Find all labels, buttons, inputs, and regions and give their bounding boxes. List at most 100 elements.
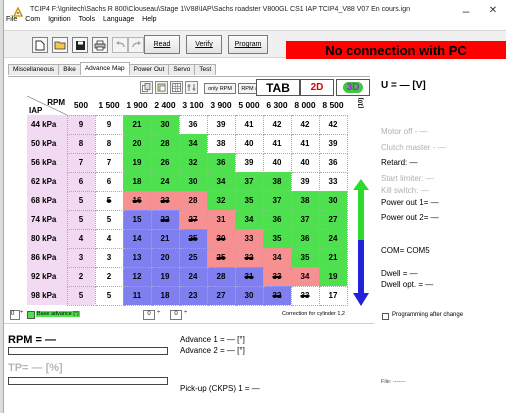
map-cell[interactable]: 38 xyxy=(290,190,320,211)
redo-icon[interactable] xyxy=(128,37,144,53)
map-cell[interactable]: 17 xyxy=(318,285,348,306)
map-cell[interactable]: 42 xyxy=(262,114,292,135)
map-cell[interactable]: 13 xyxy=(122,247,152,268)
map-cell[interactable]: 24 xyxy=(318,228,348,249)
map-cell[interactable]: 3 xyxy=(66,247,96,268)
save-icon[interactable] xyxy=(72,37,88,53)
map-cell[interactable]: 6 xyxy=(94,171,124,192)
map-cell[interactable]: 33 xyxy=(290,285,320,306)
map-cell[interactable]: 30 xyxy=(178,171,208,192)
tab-test[interactable]: Test xyxy=(194,64,217,75)
map-cell[interactable]: 27 xyxy=(206,285,236,306)
map-cell[interactable]: 8 xyxy=(66,133,96,154)
map-cell[interactable]: 28 xyxy=(150,133,180,154)
map-cell[interactable]: 39 xyxy=(290,171,320,192)
map-cell[interactable]: 37 xyxy=(290,209,320,230)
tab-bike[interactable]: Bike xyxy=(58,64,81,75)
map-cell[interactable]: 36 xyxy=(206,152,236,173)
map-cell[interactable]: 8 xyxy=(94,133,124,154)
map-cell[interactable]: 34 xyxy=(206,171,236,192)
adjust-icon[interactable] xyxy=(185,81,198,94)
map-cell[interactable]: 5 xyxy=(66,190,96,211)
map-cell[interactable]: 9 xyxy=(66,114,96,135)
map-cell[interactable]: 20 xyxy=(150,247,180,268)
map-cell[interactable]: 39 xyxy=(318,133,348,154)
map-cell[interactable]: 40 xyxy=(262,152,292,173)
map-cell[interactable]: 33 xyxy=(234,228,264,249)
open-folder-icon[interactable] xyxy=(52,37,68,53)
map-cell[interactable]: 19 xyxy=(150,266,180,287)
programming-after-change-checkbox[interactable] xyxy=(382,313,389,320)
undo-icon[interactable] xyxy=(112,37,128,53)
menu-com[interactable]: Com xyxy=(25,16,40,28)
menu-file[interactable]: File xyxy=(6,16,17,28)
map-cell[interactable]: 21 xyxy=(150,228,180,249)
map-cell[interactable]: 3 xyxy=(94,247,124,268)
map-cell[interactable]: 18 xyxy=(122,171,152,192)
close-button[interactable]: ✕ xyxy=(484,2,502,20)
map-cell[interactable]: 32 xyxy=(178,152,208,173)
map-cell[interactable]: 41 xyxy=(234,114,264,135)
map-cell[interactable]: 20 xyxy=(122,133,152,154)
map-cell[interactable]: 16 xyxy=(122,190,152,211)
map-cell[interactable]: 14 xyxy=(122,228,152,249)
map-cell[interactable]: 37 xyxy=(234,171,264,192)
map-cell[interactable]: 33 xyxy=(262,266,292,287)
map-cell[interactable]: 24 xyxy=(150,171,180,192)
map-cell[interactable]: 28 xyxy=(178,190,208,211)
view-2d-button[interactable]: 2D xyxy=(300,79,334,96)
verify-button[interactable]: Verify xyxy=(186,35,222,54)
tab-power-out[interactable]: Power Out xyxy=(128,64,170,75)
map-cell[interactable]: 28 xyxy=(206,266,236,287)
map-cell[interactable]: 33 xyxy=(318,171,348,192)
map-cell[interactable]: 2 xyxy=(66,266,96,287)
map-cell[interactable]: 41 xyxy=(262,133,292,154)
map-cell[interactable]: 4 xyxy=(66,228,96,249)
map-cell[interactable]: 24 xyxy=(178,266,208,287)
map-cell[interactable]: 38 xyxy=(206,133,236,154)
correction-input-2[interactable]: 0 xyxy=(170,310,182,320)
map-cell[interactable]: 23 xyxy=(178,285,208,306)
map-cell[interactable]: 35 xyxy=(234,190,264,211)
map-cell[interactable]: 7 xyxy=(94,152,124,173)
map-cell[interactable]: 31 xyxy=(234,266,264,287)
map-cell[interactable]: 37 xyxy=(262,190,292,211)
map-cell[interactable]: 32 xyxy=(234,247,264,268)
base-advance-stepper[interactable]: ÷ xyxy=(20,310,23,316)
map-cell[interactable]: 4 xyxy=(94,228,124,249)
table-grid-icon[interactable] xyxy=(170,81,183,94)
map-cell[interactable]: 35 xyxy=(262,228,292,249)
map-cell[interactable]: 5 xyxy=(66,285,96,306)
copy-icon[interactable] xyxy=(140,81,153,94)
minimize-button[interactable]: – xyxy=(457,2,475,20)
map-cell[interactable]: 11 xyxy=(122,285,152,306)
correction-stepper-2[interactable]: ÷ xyxy=(184,310,187,316)
map-cell[interactable]: 5 xyxy=(94,190,124,211)
correction-stepper-1[interactable]: ÷ xyxy=(157,310,160,316)
tab-servo[interactable]: Servo xyxy=(168,64,196,75)
map-cell[interactable]: 30 xyxy=(234,285,264,306)
view-3d-button[interactable]: 3D xyxy=(336,79,370,96)
menu-help[interactable]: Help xyxy=(142,16,156,28)
map-cell[interactable]: 41 xyxy=(290,133,320,154)
map-cell[interactable]: 18 xyxy=(150,285,180,306)
map-cell[interactable]: 30 xyxy=(318,190,348,211)
tab-view-button[interactable]: TAB xyxy=(256,79,300,96)
map-cell[interactable]: 25 xyxy=(178,247,208,268)
map-cell[interactable]: 39 xyxy=(234,152,264,173)
map-cell[interactable]: 6 xyxy=(66,171,96,192)
map-cell[interactable]: 23 xyxy=(150,190,180,211)
new-file-icon[interactable] xyxy=(32,37,48,53)
map-cell[interactable]: 2 xyxy=(94,266,124,287)
map-cell[interactable]: 39 xyxy=(206,114,236,135)
map-cell[interactable]: 34 xyxy=(290,266,320,287)
map-cell[interactable]: 40 xyxy=(234,133,264,154)
map-cell[interactable]: 21 xyxy=(318,247,348,268)
menu-language[interactable]: Language xyxy=(103,16,134,28)
map-cell[interactable]: 34 xyxy=(178,133,208,154)
program-button[interactable]: Program xyxy=(228,35,268,54)
menu-ignition[interactable]: Ignition xyxy=(48,16,71,28)
map-cell[interactable]: 36 xyxy=(262,209,292,230)
map-cell[interactable]: 27 xyxy=(318,209,348,230)
map-cell[interactable]: 32 xyxy=(262,285,292,306)
